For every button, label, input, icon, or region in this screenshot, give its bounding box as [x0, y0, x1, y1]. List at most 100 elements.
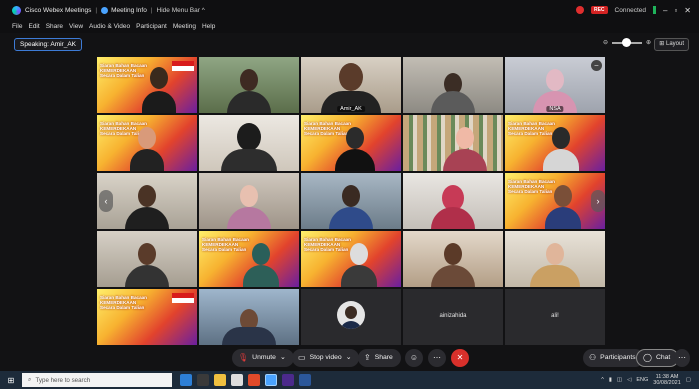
- menu-edit[interactable]: Edit: [28, 23, 39, 30]
- poster-title: Siaran Bahan Bacaan KEMERDEKAAN Secara D…: [304, 237, 351, 252]
- file-explorer-icon[interactable]: [214, 374, 226, 386]
- video-tile[interactable]: Siaran Bahan Bacaan KEMERDEKAAN Secara D…: [301, 115, 401, 171]
- participants-button[interactable]: ⚇ Participants: [583, 349, 644, 367]
- video-tile[interactable]: Siaran Bahan Bacaan KEMERDEKAAN Secara D…: [97, 115, 197, 171]
- participant-name: ali!: [551, 313, 559, 319]
- chat-button[interactable]: ◯ Chat: [636, 349, 680, 367]
- head: [138, 127, 156, 149]
- more-options-button[interactable]: ⋯: [428, 349, 446, 367]
- video-tile[interactable]: [97, 231, 197, 287]
- word-icon[interactable]: [299, 374, 311, 386]
- chat-bubble-icon: ◯: [643, 353, 652, 362]
- unmute-button[interactable]: 🎙︎ Unmute ⌄: [232, 349, 294, 367]
- body: [142, 91, 176, 113]
- close-button[interactable]: ✕: [684, 6, 691, 15]
- menu-view[interactable]: View: [69, 23, 83, 30]
- chrome-icon[interactable]: [248, 374, 260, 386]
- poster-title: Siaran Bahan Bacaan KEMERDEKAAN Secara D…: [100, 63, 147, 78]
- video-tile-no-video[interactable]: ali!: [505, 289, 605, 345]
- webex-window: Cisco Webex Meetings | Meeting Info | Hi…: [0, 0, 699, 389]
- participant-name: Amir_AK: [337, 106, 365, 112]
- video-tile[interactable]: [199, 289, 299, 345]
- video-tile[interactable]: [199, 115, 299, 171]
- edge-icon[interactable]: [180, 374, 192, 386]
- ellipsis-icon: ⋯: [678, 353, 686, 362]
- next-page-arrow-icon[interactable]: ›: [591, 190, 605, 212]
- menu-share[interactable]: Share: [46, 23, 63, 30]
- video-tile[interactable]: [403, 173, 503, 229]
- video-tile-avatar[interactable]: [301, 289, 401, 345]
- zoom-in-icon[interactable]: ⊕: [646, 39, 651, 46]
- store-icon[interactable]: [231, 374, 243, 386]
- video-tile-no-video[interactable]: ainizahida: [403, 289, 503, 345]
- meeting-info-button[interactable]: Meeting Info: [111, 7, 147, 14]
- video-tile[interactable]: Siaran Bahan Bacaan KEMERDEKAAN Secara D…: [97, 289, 197, 345]
- zoom-knob[interactable]: [621, 37, 631, 47]
- head: [252, 243, 270, 265]
- video-tile[interactable]: Siaran Bahan Bacaan KEMERDEKAAN Secara D…: [301, 231, 401, 287]
- chevron-down-icon[interactable]: ⌄: [280, 349, 286, 367]
- stop-video-label: Stop video: [309, 354, 342, 361]
- zoom-out-icon[interactable]: ⊖: [603, 39, 608, 46]
- notifications-icon[interactable]: ▢: [686, 377, 691, 383]
- start-button[interactable]: ⊞: [0, 371, 22, 389]
- video-tile[interactable]: [403, 231, 503, 287]
- tile-menu-icon[interactable]: –: [591, 60, 602, 71]
- video-tile[interactable]: Siaran Bahan Bacaan KEMERDEKAAN Secara D…: [505, 173, 605, 229]
- task-view-icon[interactable]: [197, 374, 209, 386]
- menu-audio-video[interactable]: Audio & Video: [89, 23, 130, 30]
- volume-icon[interactable]: ◁: [627, 377, 631, 383]
- reactions-button[interactable]: ☺: [405, 349, 423, 367]
- photoshop-icon[interactable]: [282, 374, 294, 386]
- search-placeholder: Type here to search: [35, 376, 91, 384]
- hide-menu-bar-button[interactable]: Hide Menu Bar ^: [157, 7, 205, 14]
- menu-participant[interactable]: Participant: [136, 23, 167, 30]
- previous-page-arrow-icon[interactable]: ‹: [99, 190, 113, 212]
- network-icon[interactable]: ◫: [617, 377, 622, 383]
- poster-title: Siaran Bahan Bacaan KEMERDEKAAN Secara D…: [508, 179, 555, 194]
- chevron-up-icon[interactable]: ^: [601, 377, 604, 383]
- title-bar-right: REC Connected – ▫ ✕: [575, 0, 691, 20]
- stop-video-button[interactable]: ▭ Stop video ⌄: [292, 349, 360, 367]
- share-button[interactable]: ⇪ Share: [358, 349, 401, 367]
- chevron-down-icon[interactable]: ⌄: [346, 349, 352, 367]
- menu-meeting[interactable]: Meeting: [173, 23, 196, 30]
- video-tile[interactable]: [505, 231, 605, 287]
- panel-more-button[interactable]: ⋯: [674, 349, 690, 367]
- connection-status[interactable]: Connected: [615, 7, 646, 14]
- body: [222, 327, 276, 345]
- video-tile-active-speaker[interactable]: Amir_AK: [301, 57, 401, 113]
- video-tile[interactable]: Siaran Bahan Bacaan KEMERDEKAAN Secara D…: [505, 115, 605, 171]
- video-tile[interactable]: [199, 57, 299, 113]
- video-tile[interactable]: [301, 173, 401, 229]
- zoom-slider[interactable]: ⊖ ⊕: [603, 37, 651, 47]
- menu-help[interactable]: Help: [202, 23, 215, 30]
- clock[interactable]: 11:38 AM 30/08/2021: [653, 374, 681, 387]
- taskbar-search[interactable]: ⌕ Type here to search: [22, 373, 172, 387]
- video-tile[interactable]: [403, 115, 503, 171]
- video-camera-icon: ▭: [298, 353, 306, 362]
- battery-icon[interactable]: ▮: [609, 377, 612, 383]
- menu-file[interactable]: File: [12, 23, 22, 30]
- participants-label: Participants: [600, 354, 636, 361]
- video-tile[interactable]: [403, 57, 503, 113]
- poster-title: Siaran Bahan Bacaan KEMERDEKAAN Secara D…: [202, 237, 249, 252]
- video-tile[interactable]: Siaran Bahan Bacaan KEMERDEKAAN Secara D…: [199, 231, 299, 287]
- minimize-button[interactable]: –: [663, 6, 667, 15]
- zoom-track[interactable]: [611, 37, 642, 47]
- video-tile[interactable]: [199, 173, 299, 229]
- video-tile[interactable]: NSA –: [505, 57, 605, 113]
- taskbar-apps: [180, 374, 311, 386]
- maximize-button[interactable]: ▫: [674, 6, 677, 15]
- leave-meeting-button[interactable]: ✕: [451, 349, 469, 367]
- head: [444, 243, 462, 265]
- share-icon: ⇪: [364, 353, 371, 362]
- search-icon: ⌕: [28, 376, 32, 383]
- video-tile[interactable]: Siaran Bahan Bacaan KEMERDEKAAN Secara D…: [97, 57, 197, 113]
- layout-button[interactable]: ⊞ Layout: [654, 38, 689, 51]
- speaker-bar: Speaking: Amir_AK ⊖ ⊕ ⊞ Layout: [0, 33, 699, 57]
- webex-icon[interactable]: [265, 374, 277, 386]
- head: [554, 185, 572, 207]
- system-tray: ^ ▮ ◫ ◁ ENG 11:38 AM 30/08/2021 ▢: [601, 371, 691, 389]
- language-indicator[interactable]: ENG: [636, 377, 648, 383]
